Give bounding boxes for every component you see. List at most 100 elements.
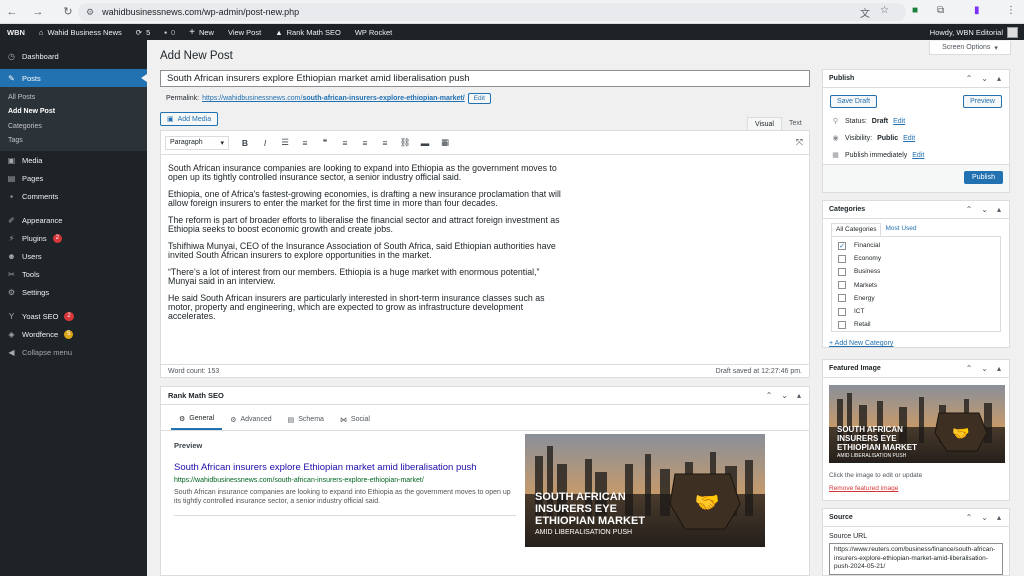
numbered-list-icon[interactable]: ≡	[295, 138, 315, 148]
user-menu[interactable]: Howdy, WBN Editorial	[930, 24, 1018, 40]
social-preview-image[interactable]: 🤝 SOUTH AFRICAN INSURERS EYE ETHIOPIAN M…	[525, 434, 765, 547]
toggle-panel-icon[interactable]: ▴	[997, 364, 1001, 373]
chevron-down-icon[interactable]: ⌄	[781, 391, 788, 400]
updates-link[interactable]: ⟳ 5	[129, 28, 157, 37]
align-center-icon[interactable]: ≡	[355, 138, 375, 148]
checkbox-checked[interactable]: ✓	[838, 241, 846, 250]
link-icon[interactable]: ⛓	[395, 137, 415, 148]
screen-options-button[interactable]: Screen Options ▾	[929, 41, 1011, 55]
featured-image[interactable]: 🤝 SOUTH AFRICAN INSURERS EYE ETHIOPIAN M…	[829, 385, 1005, 463]
chevron-down-icon[interactable]: ⌄	[981, 205, 988, 214]
checkbox[interactable]	[838, 320, 846, 329]
chevron-up-icon[interactable]: ⌃	[966, 364, 973, 373]
editor-content[interactable]: South African insurance companies are lo…	[161, 155, 809, 338]
checkbox[interactable]	[838, 307, 846, 316]
rank-math-link[interactable]: ▲ Rank Math SEO	[268, 28, 348, 37]
tab-general[interactable]: ⚙ General	[171, 409, 223, 430]
toggle-panel-icon[interactable]: ▴	[997, 205, 1001, 214]
toggle-panel-icon[interactable]: ▴	[997, 74, 1001, 83]
bold-icon[interactable]: B	[235, 138, 255, 148]
view-post-link[interactable]: View Post	[221, 28, 268, 37]
save-draft-button[interactable]: Save Draft	[830, 95, 878, 108]
menu-users[interactable]: ☻ Users	[0, 247, 147, 265]
preview-button[interactable]: Preview	[963, 95, 1002, 108]
menu-collapse[interactable]: ◀ Collapse menu	[0, 343, 147, 361]
permalink-edit-button[interactable]: Edit	[467, 93, 491, 104]
tab-most-used[interactable]: Most Used	[881, 223, 920, 236]
address-bar[interactable]: ⚙ wahidbusinessnews.com/wp-admin/post-ne…	[78, 3, 906, 21]
chevron-up-icon[interactable]: ⌃	[966, 74, 973, 83]
translate-icon[interactable]: 文	[860, 5, 870, 20]
extensions-puzzle-icon[interactable]: ⧉	[937, 5, 944, 16]
fullscreen-icon[interactable]: ⤧	[796, 137, 803, 148]
submenu-categories[interactable]: Categories	[0, 119, 147, 134]
tab-social[interactable]: ⋈ Social	[332, 409, 378, 430]
tab-schema[interactable]: ▤ Schema	[280, 409, 332, 430]
menu-yoast[interactable]: Y Yoast SEO 2	[0, 307, 147, 325]
menu-dots-icon[interactable]: ⋮	[1006, 5, 1016, 16]
align-left-icon[interactable]: ≡	[335, 138, 355, 148]
arrow-left-icon[interactable]: ←	[2, 6, 22, 18]
add-new-category-link[interactable]: + Add New Category	[823, 332, 1009, 347]
category-item[interactable]: Markets	[832, 279, 1000, 292]
chevron-up-icon[interactable]: ⌃	[766, 391, 773, 400]
visibility-edit-link[interactable]: Edit	[903, 135, 915, 142]
toggle-panel-icon[interactable]: ▴	[997, 513, 1001, 522]
add-media-button[interactable]: ▣ Add Media	[160, 112, 219, 126]
tab-advanced[interactable]: ⚙ Advanced	[222, 409, 279, 430]
chevron-down-icon[interactable]: ⌄	[981, 364, 988, 373]
reload-icon[interactable]: ↻	[58, 5, 78, 18]
schedule-edit-link[interactable]: Edit	[912, 152, 924, 159]
italic-icon[interactable]: I	[255, 138, 275, 148]
site-info-icon[interactable]: ⚙	[86, 7, 94, 18]
toolbar-toggle-icon[interactable]: ▦	[435, 137, 455, 148]
status-edit-link[interactable]: Edit	[893, 118, 905, 125]
checkbox[interactable]	[838, 254, 846, 263]
toggle-panel-icon[interactable]: ▴	[797, 391, 801, 400]
new-content-link[interactable]: + New	[182, 27, 221, 38]
tab-text[interactable]: Text	[782, 117, 809, 131]
menu-appearance[interactable]: ✐ Appearance	[0, 211, 147, 229]
checkbox[interactable]	[838, 267, 846, 276]
serp-title[interactable]: South African insurers explore Ethiopian…	[174, 462, 477, 473]
menu-posts[interactable]: ✎ Posts	[0, 69, 147, 87]
category-item[interactable]: ICT	[832, 305, 1000, 318]
submenu-add-new-post[interactable]: Add New Post	[0, 105, 147, 120]
menu-wordfence[interactable]: ◈ Wordfence 5	[0, 325, 147, 343]
chevron-up-icon[interactable]: ⌃	[966, 513, 973, 522]
publish-button[interactable]: Publish	[964, 171, 1003, 184]
source-url-input[interactable]: https://www.reuters.com/business/finance…	[829, 543, 1003, 575]
category-item[interactable]: Economy	[832, 252, 1000, 265]
wp-rocket-link[interactable]: WP Rocket	[348, 28, 399, 37]
profile-icon[interactable]: ▮	[974, 5, 980, 16]
menu-tools[interactable]: ✂ Tools	[0, 265, 147, 283]
category-item[interactable]: Business	[832, 265, 1000, 278]
site-name-link[interactable]: ⌂ Wahid Business News	[32, 28, 129, 37]
comments-link[interactable]: ▪ 0	[157, 28, 182, 37]
format-select[interactable]: Paragraph ▾	[165, 135, 229, 150]
align-right-icon[interactable]: ≡	[375, 138, 395, 148]
category-item[interactable]: ✓ Financial	[832, 239, 1000, 252]
menu-plugins[interactable]: ⚡ Plugins 2	[0, 229, 147, 247]
menu-dashboard[interactable]: ◷ Dashboard	[0, 47, 147, 65]
tab-visual[interactable]: Visual	[747, 117, 782, 131]
permalink-link[interactable]: https://wahidbusinessnews.com/south-afri…	[202, 95, 465, 102]
menu-media[interactable]: ▣ Media	[0, 151, 147, 169]
read-more-icon[interactable]: ▬	[415, 138, 435, 148]
category-item[interactable]: Retail	[832, 318, 1000, 331]
category-item[interactable]: Energy	[832, 292, 1000, 305]
bullet-list-icon[interactable]: ☰	[275, 137, 295, 148]
checkbox[interactable]	[838, 294, 846, 303]
menu-comments[interactable]: ▪ Comments	[0, 187, 147, 205]
post-title-input[interactable]: South African insurers explore Ethiopian…	[160, 70, 810, 87]
menu-settings[interactable]: ⚙ Settings	[0, 283, 147, 301]
tab-all-categories[interactable]: All Categories	[831, 223, 882, 236]
blockquote-icon[interactable]: ❝	[315, 137, 335, 148]
submenu-all-posts[interactable]: All Posts	[0, 90, 147, 105]
remove-featured-image-link[interactable]: Remove featured image	[823, 485, 1009, 492]
extension-icon[interactable]: ■	[912, 5, 918, 16]
site-short[interactable]: WBN	[0, 28, 32, 37]
menu-pages[interactable]: ▤ Pages	[0, 169, 147, 187]
chevron-up-icon[interactable]: ⌃	[966, 205, 973, 214]
chevron-down-icon[interactable]: ⌄	[981, 74, 988, 83]
